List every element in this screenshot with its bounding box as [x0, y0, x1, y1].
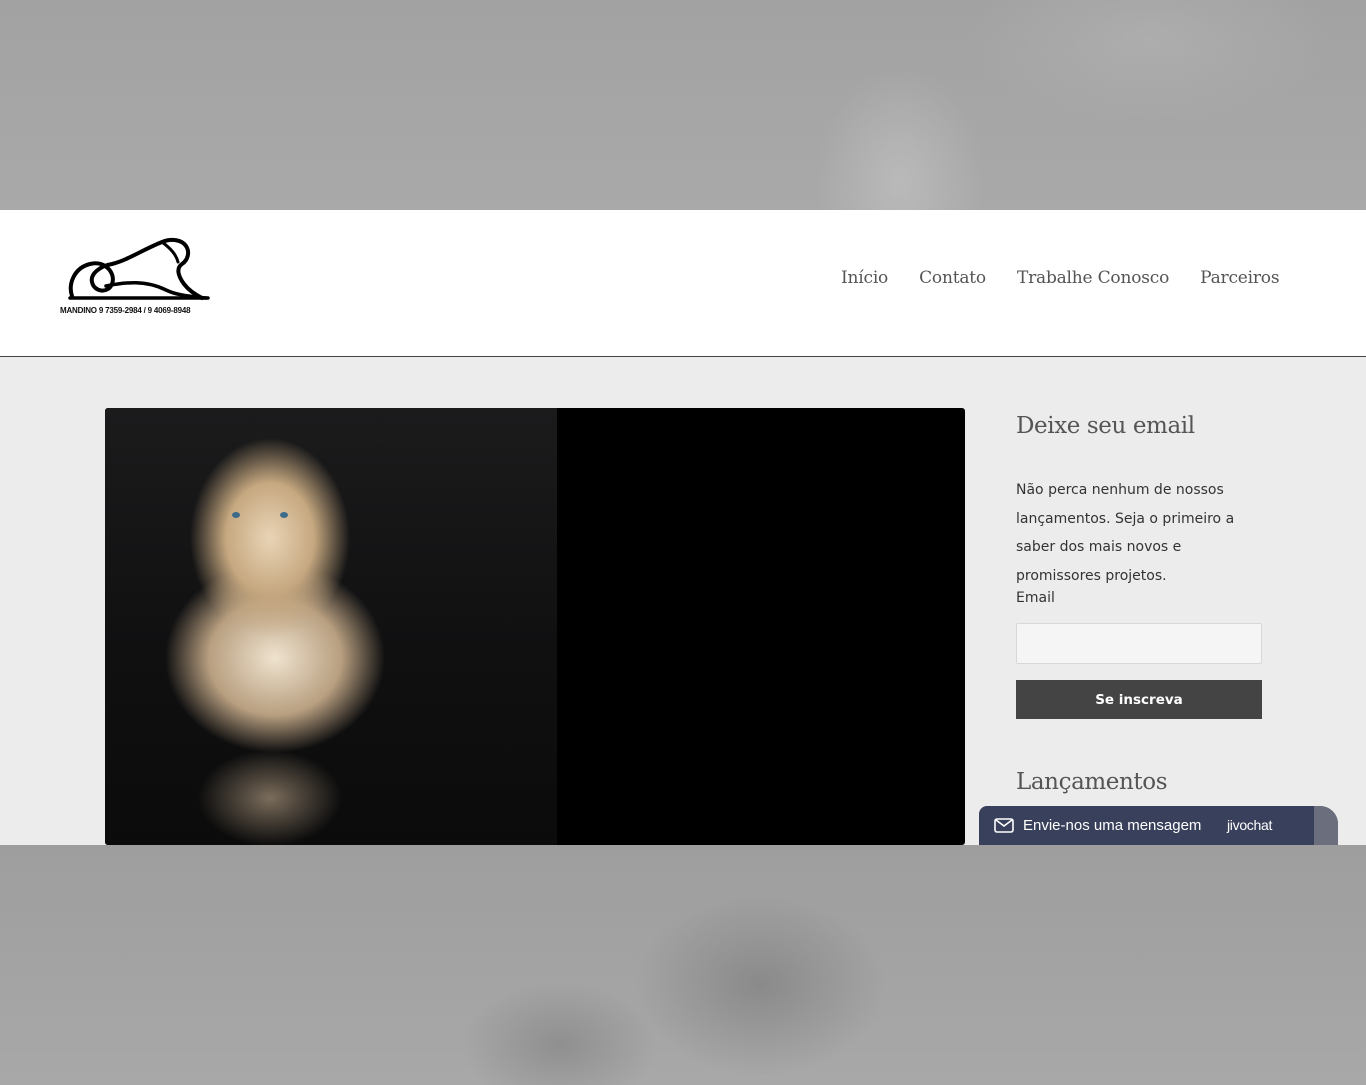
background-bottom: [0, 845, 1366, 1085]
chat-label: Envie-nos uma mensagem: [1023, 817, 1202, 834]
chat-widget[interactable]: Envie-nos uma mensagem jivochat: [979, 806, 1338, 845]
lion-photo: [105, 408, 557, 845]
nav-item-trabalhe-conosco[interactable]: Trabalhe Conosco: [1017, 268, 1169, 288]
site-logo[interactable]: MANDINO 9 7359-2984 / 9 4069-8948: [60, 236, 216, 318]
mail-icon: [994, 818, 1014, 833]
lion-eye-right: [280, 512, 288, 518]
main-nav: Início Contato Trabalhe Conosco Parceiro…: [841, 268, 1280, 288]
nav-item-contato[interactable]: Contato: [919, 268, 986, 288]
lion-logo-icon: [68, 237, 210, 300]
subscribe-description: Não perca nenhum de nossos lançamentos. …: [1016, 482, 1235, 584]
email-label: Email: [1016, 590, 1055, 606]
nav-item-parceiros[interactable]: Parceiros: [1200, 268, 1279, 288]
email-input[interactable]: [1016, 623, 1262, 664]
nav-item-inicio[interactable]: Início: [841, 268, 888, 288]
releases-title: Lançamentos: [1016, 769, 1168, 795]
subscribe-title: Deixe seu email: [1016, 413, 1195, 439]
background-top: [0, 0, 1366, 210]
hero-image: [105, 408, 965, 845]
background-bottom-shapes: [0, 845, 1366, 1085]
logo-phone-text: MANDINO 9 7359-2984 / 9 4069-8948: [60, 306, 191, 315]
subscribe-button[interactable]: Se inscreva: [1016, 680, 1262, 719]
lion-eye-left: [232, 512, 240, 518]
chat-brand: jivochat: [1227, 817, 1273, 833]
